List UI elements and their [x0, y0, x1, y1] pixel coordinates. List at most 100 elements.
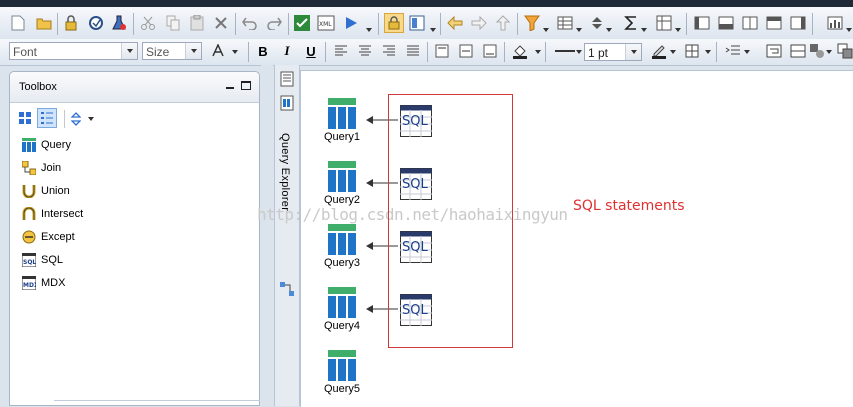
panel-top-icon[interactable] — [765, 14, 783, 32]
sort-order-icon[interactable] — [69, 111, 83, 127]
font-color-dropdown-arrow[interactable] — [232, 50, 238, 54]
arrow-up-icon[interactable] — [494, 14, 512, 32]
check-icon[interactable] — [293, 14, 311, 32]
align-center-icon[interactable] — [356, 42, 374, 60]
query-explorer-icon[interactable] — [279, 95, 295, 111]
merge-icon[interactable] — [789, 42, 807, 60]
align-left-icon[interactable] — [332, 42, 350, 60]
panel-left-icon[interactable] — [693, 14, 711, 32]
panel-bottom-icon[interactable] — [717, 14, 735, 32]
panel-split-icon[interactable] — [741, 14, 759, 32]
grid-dropdown-arrow[interactable] — [576, 28, 582, 32]
pivot-icon[interactable] — [655, 14, 673, 32]
sum-dropdown-arrow[interactable] — [641, 28, 647, 32]
paste-icon[interactable] — [188, 14, 206, 32]
fill-color-dropdown-arrow[interactable] — [535, 50, 541, 54]
arrow-left-icon[interactable] — [446, 14, 464, 32]
sort-dropdown-arrow[interactable] — [606, 28, 612, 32]
run-icon[interactable] — [342, 14, 360, 32]
toolbar-separator — [133, 13, 134, 35]
lock-icon[interactable] — [62, 14, 80, 32]
chart-icon[interactable] — [826, 14, 844, 32]
toolbox-item-union[interactable]: Union — [21, 182, 70, 200]
arrange-icon[interactable] — [836, 42, 853, 60]
font-color-icon[interactable] — [209, 42, 227, 60]
pen-width-combo[interactable]: 1 pt — [584, 43, 642, 61]
query-node-2[interactable]: Query2 — [322, 160, 362, 206]
query-node-4[interactable]: Query4 — [322, 286, 362, 332]
toolbox-item-join[interactable]: Join — [21, 159, 61, 177]
flask-icon[interactable] — [110, 14, 128, 32]
query-explorer-tab[interactable]: Query Explorer — [279, 133, 291, 211]
pen-color-icon[interactable] — [650, 42, 668, 60]
font-combo[interactable]: Font — [9, 42, 138, 60]
refresh-icon[interactable] — [87, 14, 105, 32]
fill-color-icon[interactable] — [511, 42, 529, 60]
size-combo[interactable]: Size — [142, 42, 202, 60]
sum-icon[interactable] — [622, 14, 640, 32]
bold-icon[interactable]: B — [254, 42, 272, 60]
copy-icon[interactable] — [164, 14, 182, 32]
properties-icon[interactable] — [279, 71, 295, 87]
italic-icon[interactable]: I — [278, 42, 296, 60]
minimize-icon[interactable] — [226, 87, 234, 89]
layout-icon[interactable] — [408, 14, 426, 32]
run-dropdown-arrow[interactable] — [366, 28, 372, 32]
pivot-dropdown-arrow[interactable] — [675, 28, 681, 32]
align-right-icon[interactable] — [380, 42, 398, 60]
chart-dropdown-arrow[interactable] — [846, 28, 852, 32]
cut-icon[interactable] — [139, 14, 157, 32]
new-file-icon[interactable] — [9, 14, 27, 32]
size-combo-text: Size — [146, 45, 170, 59]
indent-dropdown-arrow[interactable] — [744, 50, 750, 54]
filter-icon[interactable] — [523, 14, 541, 32]
valign-middle-icon[interactable] — [457, 42, 475, 60]
toolbox-item-intersect[interactable]: Intersect — [21, 205, 83, 223]
line-style-icon[interactable] — [552, 42, 578, 60]
layout-dropdown-arrow[interactable] — [430, 28, 436, 32]
union-icon — [21, 183, 37, 199]
toolbox-item-except[interactable]: Except — [21, 228, 75, 246]
borders-dropdown-arrow[interactable] — [705, 50, 711, 54]
font-dropdown-button[interactable] — [121, 43, 137, 59]
pen-width-dropdown-button[interactable] — [625, 44, 641, 60]
sort-order-dropdown-arrow[interactable] — [88, 117, 94, 121]
redo-icon[interactable] — [265, 14, 283, 32]
grid-settings-icon[interactable] — [556, 14, 574, 32]
sort-icon[interactable] — [588, 14, 606, 32]
pen-color-dropdown-arrow[interactable] — [670, 50, 676, 54]
justify-icon[interactable] — [404, 42, 422, 60]
lock-toggle-icon[interactable] — [384, 13, 404, 33]
filter-dropdown-arrow[interactable] — [543, 28, 549, 32]
borders-icon[interactable] — [683, 42, 701, 60]
query-node-5[interactable]: Query5 — [322, 349, 362, 395]
underline-icon[interactable]: U — [302, 42, 320, 60]
valign-bottom-icon[interactable] — [481, 42, 499, 60]
panel-right-icon[interactable] — [789, 14, 807, 32]
undo-icon[interactable] — [241, 14, 259, 32]
shapes-dropdown-arrow[interactable] — [826, 50, 832, 54]
list-view-icon[interactable] — [37, 108, 57, 128]
wrap-icon[interactable] — [765, 42, 783, 60]
arrow-right-icon[interactable] — [470, 14, 488, 32]
toolbox-item-mdx[interactable]: MDX MDX — [21, 274, 65, 292]
shapes-icon[interactable] — [808, 42, 826, 60]
xml-icon[interactable]: XML — [317, 14, 335, 32]
toolbox-item-query[interactable]: Query — [21, 136, 71, 154]
query-node-1[interactable]: Query1 — [322, 97, 362, 143]
query-icon — [328, 98, 356, 129]
panel-splitter[interactable] — [261, 65, 273, 406]
delete-icon[interactable] — [212, 14, 230, 32]
diagram-icon[interactable] — [279, 281, 295, 297]
line-style-dropdown-arrow[interactable] — [576, 50, 582, 54]
size-dropdown-button[interactable] — [185, 43, 201, 59]
toolbox-item-sql[interactable]: SQL SQL — [21, 251, 63, 269]
toolbar-separator — [517, 13, 518, 35]
query-node-3[interactable]: Query3 — [322, 223, 362, 269]
open-folder-icon[interactable] — [35, 14, 53, 32]
maximize-icon[interactable] — [241, 81, 251, 90]
valign-top-icon[interactable] — [433, 42, 451, 60]
indent-icon[interactable] — [724, 42, 742, 60]
toolbar-separator — [325, 42, 326, 62]
large-icons-view-icon[interactable] — [17, 110, 33, 126]
